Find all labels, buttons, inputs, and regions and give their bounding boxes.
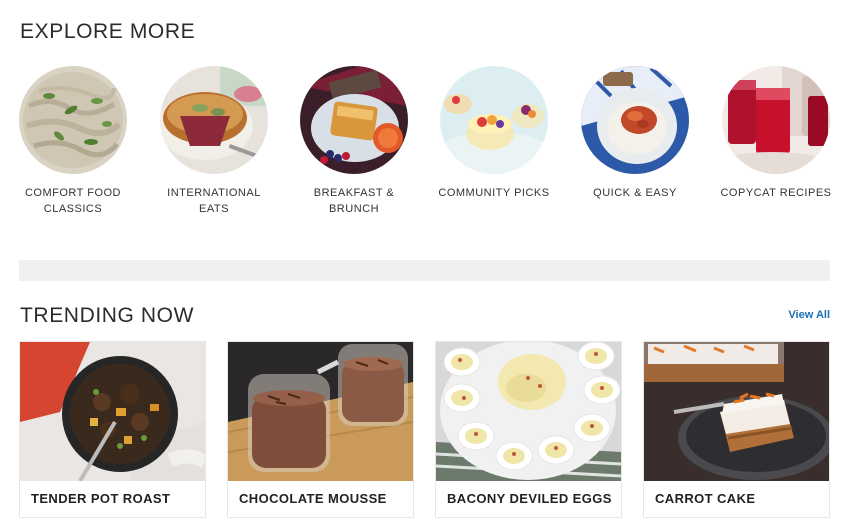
community-picks-photo — [440, 66, 548, 174]
recipe-card-title: TENDER POT ROAST — [31, 491, 171, 506]
copycat-recipes-photo — [722, 66, 830, 174]
recipe-card-pot-roast[interactable]: TENDER POT ROAST — [19, 341, 206, 518]
recipe-card-title: CARROT CAKE — [655, 491, 756, 506]
recipe-card-carrot-cake[interactable]: CARROT CAKE — [643, 341, 830, 518]
category-breakfast-brunch[interactable]: BREAKFAST & BRUNCH — [284, 66, 424, 217]
recipe-card-title: CHOCOLATE MOUSSE — [239, 491, 387, 506]
category-label: BREAKFAST & BRUNCH — [313, 187, 395, 215]
category-copycat-recipes[interactable]: COPYCAT RECIPES — [706, 66, 846, 201]
trending-cards: TENDER POT ROAST CHOCOLATE MOUSSE BACONY… — [0, 341, 847, 521]
breakfast-brunch-photo — [300, 66, 408, 174]
deviled-eggs-photo — [436, 342, 621, 481]
category-quick-easy[interactable]: QUICK & EASY — [565, 66, 705, 201]
view-all-link[interactable]: View All — [788, 309, 830, 321]
carrot-cake-photo — [644, 342, 829, 481]
recipe-card-deviled-eggs[interactable]: BACONY DEVILED EGGS — [435, 341, 622, 518]
international-eats-photo — [160, 66, 268, 174]
category-label: INTERNATIONAL EATS — [167, 187, 261, 215]
category-carousel: COMFORT FOOD CLASSICS INTERNATIONAL EATS — [0, 66, 847, 226]
chocolate-mousse-photo — [228, 342, 413, 481]
category-community-picks[interactable]: COMMUNITY PICKS — [424, 66, 564, 201]
category-label: QUICK & EASY — [593, 187, 677, 199]
category-label: COMMUNITY PICKS — [438, 187, 550, 199]
recipe-card-title: BACONY DEVILED EGGS — [447, 491, 612, 506]
trending-now-heading: TRENDING NOW — [20, 304, 195, 327]
explore-more-heading: EXPLORE MORE — [20, 20, 196, 43]
recipe-card-chocolate-mousse[interactable]: CHOCOLATE MOUSSE — [227, 341, 414, 518]
category-label: COPYCAT RECIPES — [720, 187, 832, 199]
category-comfort-food[interactable]: COMFORT FOOD CLASSICS — [3, 66, 143, 217]
category-label: COMFORT FOOD CLASSICS — [24, 187, 122, 215]
category-international-eats[interactable]: INTERNATIONAL EATS — [144, 66, 284, 217]
comfort-food-photo — [19, 66, 127, 174]
ad-placeholder-band — [19, 260, 830, 281]
quick-easy-photo — [581, 66, 689, 174]
pot-roast-photo — [20, 342, 205, 481]
